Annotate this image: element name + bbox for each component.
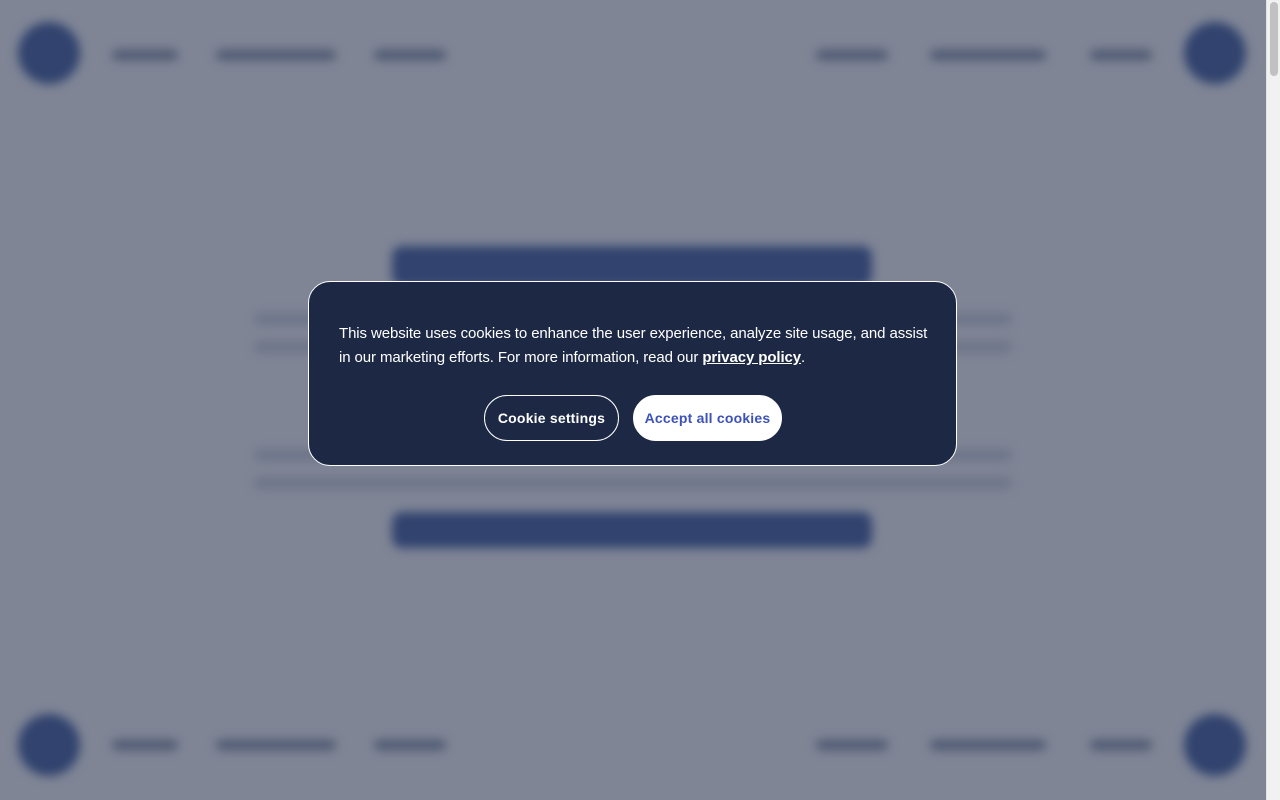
accept-all-cookies-button[interactable]: Accept all cookies [633, 395, 782, 441]
privacy-policy-link[interactable]: privacy policy [702, 349, 801, 366]
page-scrollbar[interactable] [1266, 0, 1280, 800]
cookie-settings-button[interactable]: Cookie settings [484, 395, 619, 441]
cookie-consent-dialog: This website uses cookies to enhance the… [308, 281, 957, 466]
cookie-message: This website uses cookies to enhance the… [339, 322, 929, 370]
scrollbar-thumb[interactable] [1270, 2, 1278, 76]
cookie-message-text: This website uses cookies to enhance the… [339, 325, 928, 366]
cookie-message-end: . [801, 349, 806, 366]
